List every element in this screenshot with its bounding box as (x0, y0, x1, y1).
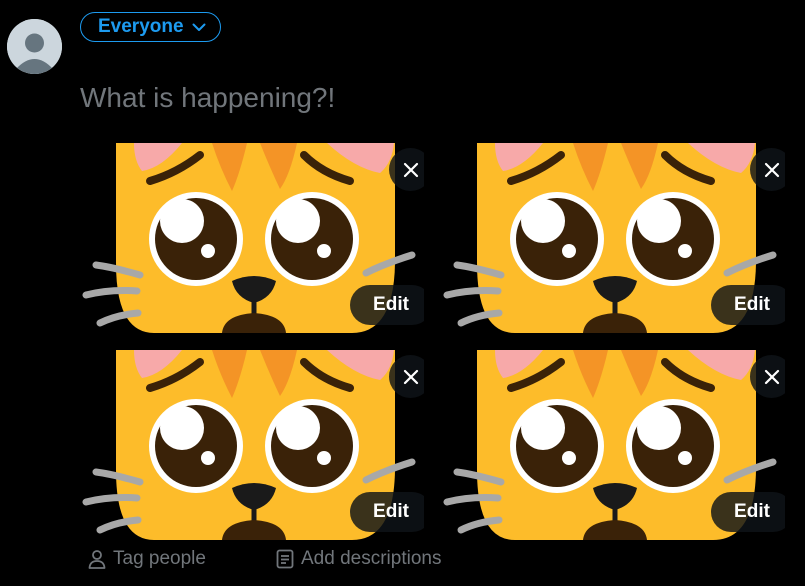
edit-media-button[interactable]: Edit (350, 492, 424, 532)
close-icon (764, 369, 779, 384)
audience-label: Everyone (98, 16, 184, 37)
audience-selector-button[interactable]: Everyone (80, 12, 221, 42)
close-icon (403, 369, 418, 384)
close-icon (403, 162, 418, 177)
avatar[interactable] (7, 19, 62, 74)
media-tile: Edit (443, 143, 785, 333)
close-icon (764, 162, 779, 177)
post-text-input[interactable]: What is happening?! (80, 82, 335, 114)
person-icon (88, 550, 106, 569)
add-descriptions-button[interactable]: Add descriptions (276, 548, 441, 570)
media-tile: Edit (82, 350, 424, 540)
tag-people-label: Tag people (113, 548, 206, 569)
avatar-default-icon (7, 19, 62, 74)
remove-media-button[interactable] (750, 355, 785, 398)
document-icon (276, 549, 294, 569)
remove-media-button[interactable] (750, 148, 785, 191)
add-descriptions-label: Add descriptions (301, 548, 442, 569)
edit-media-button[interactable]: Edit (711, 492, 785, 532)
tag-people-button[interactable]: Tag people (88, 548, 206, 570)
media-tile: Edit (443, 350, 785, 540)
edit-media-button[interactable]: Edit (711, 285, 785, 325)
edit-media-button[interactable]: Edit (350, 285, 424, 325)
chevron-down-icon (192, 23, 206, 31)
remove-media-button[interactable] (389, 355, 424, 398)
media-tile: Edit (82, 143, 424, 333)
remove-media-button[interactable] (389, 148, 424, 191)
